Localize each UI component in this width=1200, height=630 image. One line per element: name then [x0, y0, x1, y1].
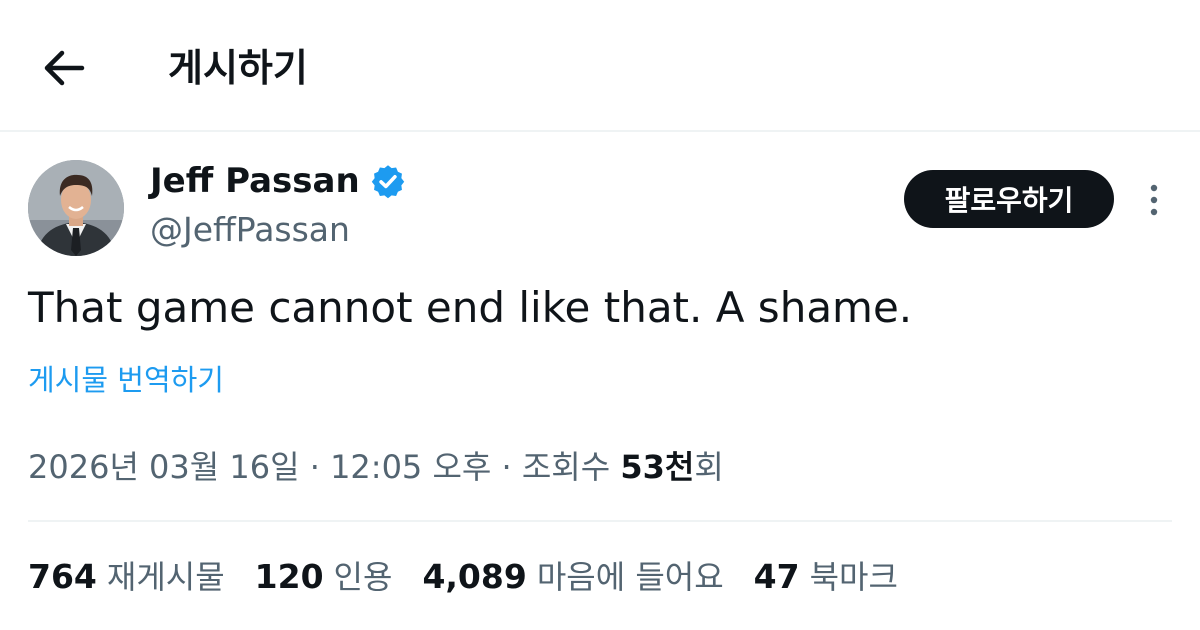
page-title: 게시하기	[168, 46, 308, 90]
follow-button[interactable]: 팔로우하기	[904, 170, 1114, 228]
more-options-button[interactable]	[1136, 178, 1172, 222]
stat-value: 47	[753, 557, 800, 596]
tweet-text: That game cannot end like that. A shame.	[28, 283, 913, 332]
top-bar: 게시하기	[0, 0, 1200, 132]
stat-quotes[interactable]: 120 인용	[255, 552, 393, 598]
author-handle[interactable]: @JeffPassan	[150, 206, 350, 254]
translate-post-link[interactable]: 게시물 번역하기	[28, 358, 224, 402]
stat-label: 북마크	[809, 558, 898, 596]
meta-separator: ·	[501, 448, 522, 486]
stat-label: 마음에 들어요	[536, 558, 724, 596]
tweet-date[interactable]: 2026년 03월 16일	[28, 448, 300, 486]
views-suffix: 회	[694, 448, 724, 486]
views-label: 조회수	[521, 448, 611, 486]
post-page: 게시하기 Jeff Passan @JeffPassan 팔로우하기 That …	[0, 0, 1200, 630]
stat-value: 120	[254, 557, 324, 596]
avatar[interactable]	[28, 160, 124, 256]
back-button[interactable]	[36, 44, 92, 92]
stat-bookmarks[interactable]: 47 북마크	[754, 552, 898, 598]
arrow-left-icon	[44, 50, 85, 86]
views-count: 53천	[620, 448, 695, 486]
stat-likes[interactable]: 4,089 마음에 들어요	[422, 552, 723, 598]
engagement-stats: 764 재게시물 120 인용 4,089 마음에 들어요 47 북마크	[28, 550, 898, 600]
avatar-image	[28, 160, 124, 256]
meta-separator: ·	[309, 448, 331, 486]
divider	[28, 520, 1172, 522]
author-name[interactable]: Jeff Passan	[150, 161, 360, 201]
tweet-meta: 2026년 03월 16일 · 12:05 오후 · 조회수 53천회	[28, 442, 724, 492]
author-name-row: Jeff Passan	[150, 156, 406, 206]
stat-label: 재게시물	[106, 558, 225, 596]
stat-label: 인용	[333, 558, 393, 596]
stat-value: 764	[28, 557, 97, 596]
verified-badge-icon	[370, 163, 406, 199]
stat-value: 4,089	[422, 557, 527, 596]
more-vertical-icon	[1150, 184, 1158, 216]
stat-reposts[interactable]: 764 재게시물	[28, 552, 225, 598]
tweet-time[interactable]: 12:05 오후	[330, 448, 491, 486]
